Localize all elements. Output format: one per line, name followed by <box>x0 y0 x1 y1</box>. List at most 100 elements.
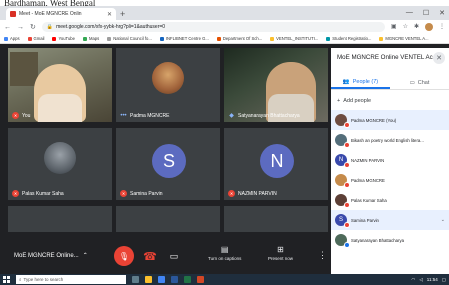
maximize-icon[interactable]: ☐ <box>423 9 429 17</box>
tile-name: Palas Kumar Saha <box>22 190 64 197</box>
list-item[interactable]: Satyanarayan Bhattacharya <box>331 230 449 250</box>
video-tile[interactable]: ✕ You <box>8 48 112 122</box>
video-tile-partial[interactable] <box>224 206 328 232</box>
extensions-icon[interactable]: ✱ <box>414 23 419 31</box>
tile-name-bar: ◆ Satyanarayan Bhattacharya <box>228 112 300 120</box>
video-tile[interactable]: N ✕ NAZMIN PARVIN <box>224 128 328 200</box>
avatar: S <box>335 214 350 228</box>
panel-title: MoE MGNCRE Online VENTEL Ac... <box>337 54 438 61</box>
speaking-indicator-icon: ••• <box>120 112 127 119</box>
list-item[interactable]: Palas Kumar Saha <box>331 190 449 210</box>
bookmark-item[interactable]: MGNCRE VENTEL A... <box>379 36 429 41</box>
list-item[interactable]: Padma MGNCRE (You) <box>331 110 449 130</box>
excel-icon[interactable] <box>184 276 191 283</box>
bookmark-item[interactable]: YouTube <box>52 36 75 41</box>
close-panel-icon[interactable]: ✕ <box>433 52 445 64</box>
bookmark-item[interactable]: Department Of Sch... <box>216 36 262 41</box>
tab-title: Meet - MoE MGNCRE Onlin <box>19 11 82 17</box>
bookmark-item[interactable]: INFLIBNET Centre G... <box>159 36 209 41</box>
url-bar[interactable]: 🔒 meet.google.com/xfx-yybk-hrg?pli=1&aut… <box>41 22 385 32</box>
windows-start-icon[interactable] <box>3 276 10 283</box>
video-tile[interactable]: S ✕ Samina Parvin <box>116 128 220 200</box>
file-explorer-icon[interactable] <box>145 276 152 283</box>
end-call-button[interactable]: ☎ <box>140 246 160 266</box>
back-icon[interactable]: ← <box>4 24 11 31</box>
present-label: Present now <box>268 256 294 261</box>
taskbar-search[interactable]: ⌕ Type here to search <box>16 275 126 284</box>
mic-off-icon: ✕ <box>12 112 19 119</box>
minimize-icon[interactable]: — <box>406 9 413 17</box>
word-icon[interactable] <box>171 276 178 283</box>
reload-icon[interactable]: ↻ <box>30 23 36 31</box>
hang-up-icon: ☎ <box>143 250 157 263</box>
participant-name: Samina Parvin <box>351 217 379 223</box>
captions-button[interactable]: ▤ Turn on captions <box>208 246 241 262</box>
mic-toggle-button[interactable]: 🎙 <box>114 246 134 266</box>
bookmark-item[interactable]: National Council fo... <box>107 36 152 41</box>
tab-people[interactable]: 👥 People (7) <box>331 76 390 89</box>
screenshot: Bardhaman, West Bengal Meet - MoE MGNCRE… <box>0 0 449 285</box>
avatar <box>335 114 350 128</box>
clock[interactable]: 11:54 <box>427 277 438 282</box>
participant-video <box>34 64 86 122</box>
participant-name: Bikash an poetry world English litera... <box>351 137 424 143</box>
close-tab-icon[interactable]: ✕ <box>107 11 112 18</box>
star-icon[interactable]: ☆ <box>403 23 408 31</box>
powerpoint-icon[interactable] <box>197 276 204 283</box>
video-tile[interactable]: ••• Padma MGNCRE <box>116 48 220 122</box>
participant-avatar <box>152 62 184 94</box>
tab-chat[interactable]: ▭ Chat <box>390 76 449 89</box>
bookmark-item[interactable]: Maps <box>82 36 99 41</box>
volume-icon[interactable]: ◁ <box>419 277 422 283</box>
bookmark-item[interactable]: Apps <box>4 36 20 41</box>
list-item[interactable]: S Samina Parvin ⌄ <box>331 210 449 230</box>
video-tile-partial[interactable] <box>8 206 112 232</box>
participant-name: Palas Kumar Saha <box>351 197 387 203</box>
tile-name: Padma MGNCRE <box>130 112 170 119</box>
wifi-icon[interactable]: ◠ <box>411 277 415 283</box>
search-placeholder: Type here to search <box>23 277 64 282</box>
new-tab-icon[interactable]: + <box>120 9 125 19</box>
os-taskbar: ⌕ Type here to search ◠ ◁ 11:54 ▢ <box>0 274 449 285</box>
mic-off-icon: ✕ <box>228 190 235 197</box>
profile-avatar[interactable] <box>425 23 433 31</box>
panel-tabs: 👥 People (7) ▭ Chat <box>331 76 449 90</box>
list-item[interactable]: N NAZMIN PARVIN <box>331 150 449 170</box>
meeting-details[interactable]: MoE MGNCRE Online... ⌃ <box>14 252 88 260</box>
avatar <box>335 194 350 208</box>
bookmark-item[interactable]: Gmail <box>27 36 44 41</box>
tile-name: NAZMIN PARVIN <box>238 190 277 197</box>
more-options-icon[interactable]: ⋮ <box>318 250 327 261</box>
tile-name-bar: ✕ Palas Kumar Saha <box>12 190 64 197</box>
bookmark-item[interactable]: Student Registratio... <box>326 36 371 41</box>
tile-name-bar: ••• Padma MGNCRE <box>120 112 169 119</box>
chrome-icon[interactable] <box>158 276 165 283</box>
video-tile[interactable]: ✕ Palas Kumar Saha <box>8 128 112 200</box>
notifications-icon[interactable]: ▢ <box>442 277 446 283</box>
tile-name: Satyanarayan Bhattacharya <box>238 112 300 119</box>
list-item[interactable]: Padma MGNCRE <box>331 170 449 190</box>
video-tile-partial[interactable] <box>116 206 220 232</box>
speaking-indicator-icon: ◆ <box>229 113 234 119</box>
present-button[interactable]: ⊞ Present now <box>268 245 294 262</box>
chevron-down-icon[interactable]: ⌄ <box>441 217 449 223</box>
add-people-button[interactable]: + Add people <box>337 98 371 104</box>
bookmark-item[interactable]: VENTEL_INSTITUTI... <box>270 36 318 41</box>
mic-off-icon: ✕ <box>12 190 19 197</box>
camera-toggle-button[interactable]: ▭ <box>164 246 184 266</box>
participant-list: Padma MGNCRE (You) Bikash an poetry worl… <box>331 110 449 250</box>
add-people-label: Add people <box>343 98 372 104</box>
task-view-icon[interactable] <box>132 276 139 283</box>
video-tile[interactable]: ◆ Satyanarayan Bhattacharya <box>224 48 328 122</box>
camera-icon: ▭ <box>169 250 179 261</box>
tile-name-bar: ✕ Samina Parvin <box>120 190 163 197</box>
forward-icon[interactable]: → <box>17 24 24 31</box>
close-window-icon[interactable]: ✕ <box>439 9 445 17</box>
menu-kebab-icon[interactable]: ⋮ <box>439 23 445 31</box>
browser-tab[interactable]: Meet - MoE MGNCRE Onlin ✕ <box>6 8 116 20</box>
background-shelf <box>10 52 38 86</box>
present-icon: ⊞ <box>277 245 284 254</box>
search-icon: ⌕ <box>19 277 22 282</box>
list-item[interactable]: Bikash an poetry world English litera... <box>331 130 449 150</box>
camera-indicator-icon[interactable]: ▣ <box>391 23 397 31</box>
